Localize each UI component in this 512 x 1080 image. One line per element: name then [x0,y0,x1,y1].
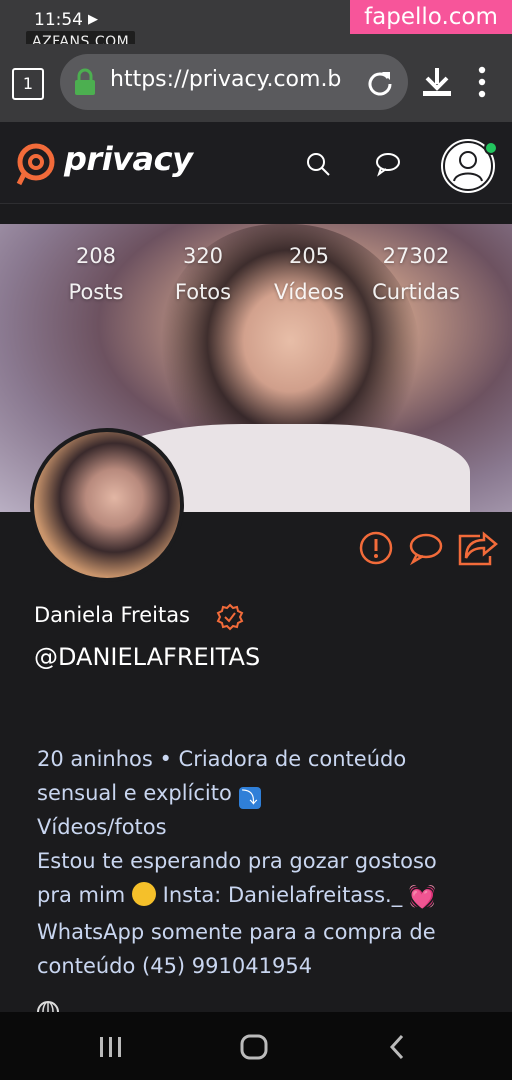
stat-curtidas[interactable]: 27302 Curtidas [372,244,460,304]
bio-text: sensual e explícito [37,781,232,805]
online-status-dot [484,141,498,155]
stat-value: 320 [182,244,224,268]
bio-instagram: Insta: Danielafreitass._ [162,883,403,907]
verified-icon [216,603,244,631]
profile-stats: 208 Posts 320 Fotos 205 Vídeos 27302 Cur… [0,224,512,324]
bio-line: pra mim Insta: Danielafreitass._ 💓 [37,878,497,915]
privacy-logo-icon[interactable] [14,142,58,186]
tab-switcher-button[interactable]: 1 [12,68,44,100]
globe-icon [37,1001,59,1012]
brand-name[interactable]: privacy [64,140,193,178]
url-text[interactable]: https://privacy.com.b [110,67,341,92]
download-icon[interactable] [420,66,454,98]
bio-line: Estou te esperando pra gozar gostoso [37,849,437,873]
site-header: privacy [0,122,512,204]
system-nav-bar [0,1012,512,1080]
stat-fotos[interactable]: 320 Fotos [172,244,234,304]
bio-line: sensual e explícito ⤵ [37,776,497,810]
search-icon[interactable] [304,150,332,178]
alert-icon[interactable] [358,530,394,566]
heart-emoji-icon: 💓 [408,885,437,910]
stat-label: Vídeos [274,280,345,304]
profile-bio: 20 aninhos • Criadora de conteúdo sensua… [37,742,497,983]
stat-value: 208 [75,244,117,268]
bio-text: pra mim [37,883,126,907]
cast-icon: ▶ [88,12,98,27]
bio-line: conteúdo (45) 991041954 [37,954,313,978]
share-icon[interactable] [456,530,498,566]
profile-name: Daniela Freitas [34,603,191,627]
stat-value: 205 [288,244,330,268]
stat-label: Curtidas [372,280,460,304]
back-icon[interactable] [388,1034,406,1060]
browser-toolbar: 1 https://privacy.com.b [0,44,512,122]
lock-icon [75,68,95,95]
home-icon[interactable] [240,1034,268,1060]
profile-avatar[interactable] [30,428,184,582]
profile-handle: @DANIELAFREITAS [34,643,261,671]
bio-line: 20 aninhos • Criadora de conteúdo [37,747,407,771]
stat-videos[interactable]: 205 Vídeos [274,244,344,304]
reload-icon[interactable] [366,68,394,96]
recents-icon[interactable] [98,1036,124,1058]
status-time: 11:54 [34,10,83,30]
bio-line: WhatsApp somente para a compra de [37,920,436,944]
arrow-down-emoji-icon: ⤵ [238,787,261,809]
stat-posts[interactable]: 208 Posts [66,244,126,304]
face-emoji-icon [131,882,156,906]
watermark-right: fapello.com [350,0,512,34]
stat-value: 27302 [382,244,450,268]
message-icon[interactable] [407,530,445,566]
more-icon[interactable] [476,66,488,98]
stat-label: Posts [68,280,124,304]
chat-icon[interactable] [374,150,402,178]
bio-line: Vídeos/fotos [37,815,167,839]
stat-label: Fotos [174,280,232,304]
address-bar[interactable]: https://privacy.com.b [60,54,408,110]
